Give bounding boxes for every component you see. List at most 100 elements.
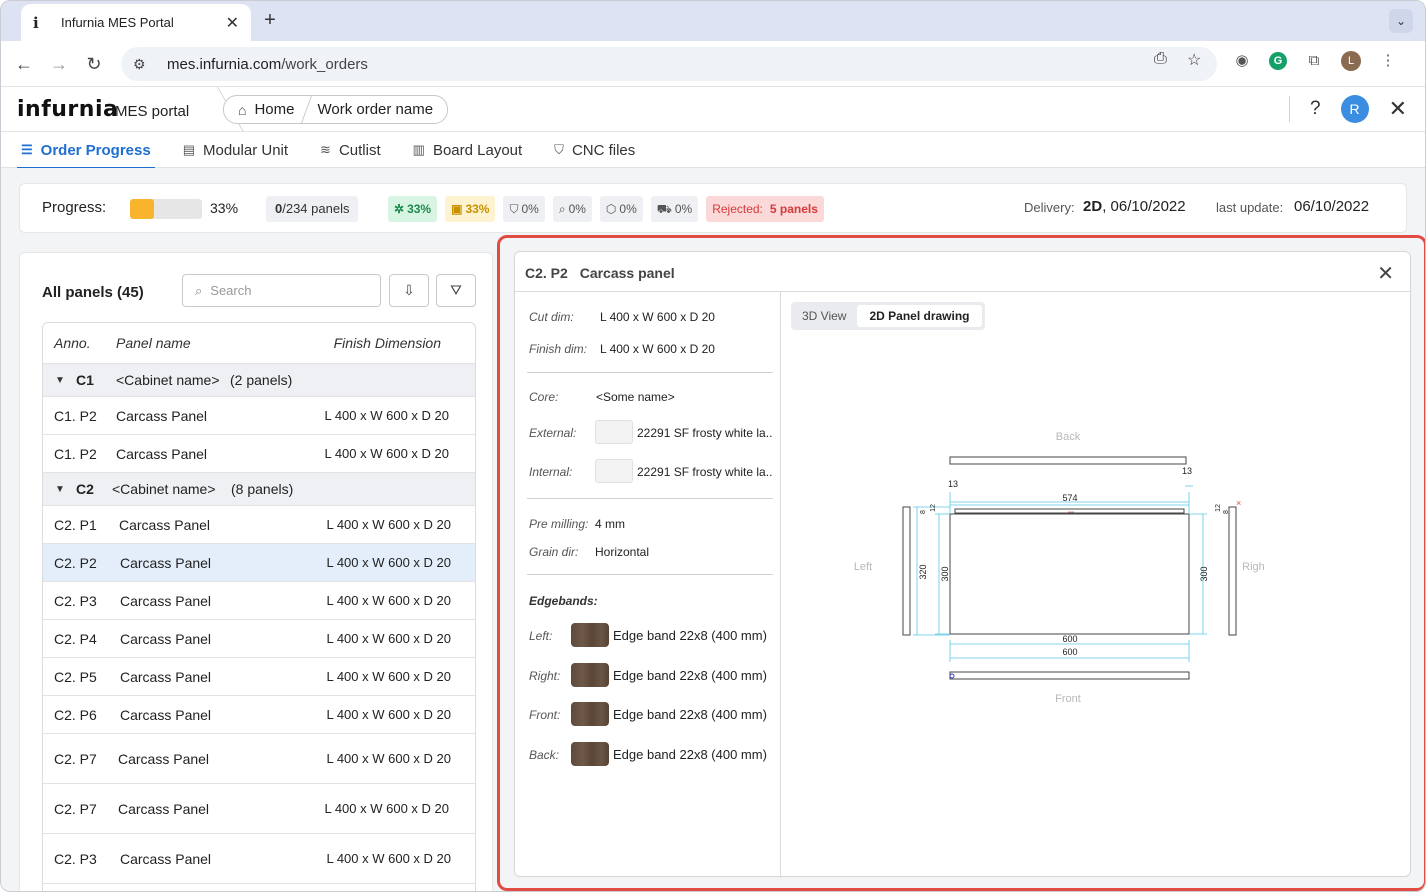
tab-2d-panel-drawing[interactable]: 2D Panel drawing — [857, 305, 982, 327]
edgeband-side: Back: — [529, 748, 560, 762]
cell-name: Carcass Panel — [120, 554, 212, 571]
close-detail-icon[interactable]: ✕ — [1377, 261, 1394, 286]
table-row-selected[interactable]: C2. P2 Carcass Panel L 400 x W 600 x D 2… — [43, 544, 475, 582]
delivery-days: 2D — [1083, 198, 1103, 215]
group-id: C1 — [76, 372, 94, 388]
back-icon[interactable]: ← — [13, 53, 35, 75]
drill-icon: ⛉ — [509, 202, 519, 216]
dim-top: 574 — [1062, 493, 1077, 503]
status-chip-qc: ⌕ 0% — [552, 196, 592, 222]
table-row[interactable]: C2. P7 Carcass Panel L 400 x W 600 x D 2… — [43, 734, 475, 784]
search-input[interactable] — [210, 283, 371, 298]
search-box[interactable]: ⌕ — [182, 274, 381, 307]
table-row[interactable]: C2. P1 Carcass Panel L 400 x W 600 x D 2… — [43, 506, 475, 544]
address-bar[interactable]: ⚙ mes.infurnia.com/work_orders — [121, 47, 1217, 81]
reload-icon[interactable]: ↻ — [83, 53, 105, 75]
camera-icon[interactable]: ◉ — [1233, 52, 1251, 70]
table-row[interactable]: C2. P6 Carcass Panel L 400 x W 600 x D 2… — [43, 696, 475, 734]
tab-cnc-files[interactable]: ⛉ CNC files — [554, 132, 635, 168]
tab-cutlist[interactable]: ≋ Cutlist — [320, 132, 381, 168]
user-avatar[interactable]: R — [1340, 95, 1369, 123]
sort-button[interactable]: ⇩ — [389, 274, 429, 307]
cell-name: Carcass Panel — [116, 445, 208, 462]
edgeband-swatch — [571, 742, 609, 766]
tab-strip: i Infurnia MES Portal ✕ + ⌄ — [1, 1, 1425, 41]
origin-marker-icon — [949, 673, 955, 679]
cnc-icon: ⛉ — [554, 142, 564, 157]
edgeband-right-row: Right: Edge band 22x8 (400 mm) — [515, 663, 781, 689]
app-header: infurnia MES portal ⌂ Home Work order na… — [1, 87, 1425, 132]
finish-dim-value: L 400 x W 600 x D 20 — [600, 342, 715, 356]
filter-button[interactable]: ⛛ — [436, 274, 476, 307]
progress-fill — [130, 199, 154, 219]
edgeband-swatch — [571, 623, 609, 647]
table-header: Anno. Panel name Finish Dimension — [43, 323, 475, 364]
table-row[interactable]: C2. P3 Carcass Panel L 400 x W 600 x D 2… — [43, 834, 475, 884]
collapse-icon[interactable]: ▼ — [55, 484, 65, 495]
tab-order-progress[interactable]: ☰ Order Progress — [17, 132, 155, 169]
group-row-c1[interactable]: ▼ C1 <Cabinet name> (2 panels) — [43, 364, 475, 397]
table-row[interactable]: C1. P2 Carcass Panel L 400 x W 600 x D 2… — [43, 397, 475, 435]
close-icon[interactable]: ✕ — [1389, 96, 1407, 122]
breadcrumb-work-order[interactable]: Work order name — [317, 101, 433, 118]
breadcrumb-separator — [301, 95, 313, 124]
edgeband-value: Edge band 22x8 (400 mm) — [613, 668, 767, 683]
detail-title: C2. P2 Carcass panel — [525, 265, 675, 281]
browser-tab[interactable]: i Infurnia MES Portal ✕ — [21, 4, 251, 41]
puzzle-icon[interactable]: ⧉ — [1305, 52, 1323, 70]
help-icon[interactable]: ? — [1310, 98, 1321, 120]
menu-dots-icon[interactable]: ⋮ — [1379, 52, 1397, 70]
panel-list-card: All panels (45) ⌕ ⇩ ⛛ Anno. Panel name F… — [19, 252, 493, 891]
internal-label: Internal: — [529, 465, 573, 479]
saw-icon: ✲ — [394, 202, 405, 216]
dim-small-b-left: 12 — [930, 504, 937, 512]
extension-icons: ◉ G ⧉ L ⋮ — [1233, 51, 1397, 71]
tab-label: Modular Unit — [203, 141, 289, 159]
forward-icon[interactable]: → — [48, 53, 70, 75]
panels-count: 0/234 panels — [266, 196, 359, 222]
progress-card: Progress: 33% 0/234 panels ✲ 33% ▣ 33% ⛉ 0%… — [19, 183, 1407, 233]
site-settings-icon[interactable]: ⚙ — [133, 56, 153, 73]
tab-board-layout[interactable]: ▥ Board Layout — [413, 132, 523, 168]
tab-search-button[interactable]: ⌄ — [1389, 9, 1413, 33]
collapse-icon[interactable]: ▼ — [55, 375, 65, 386]
group-name: <Cabinet name> — [116, 372, 220, 388]
rejected-badge[interactable]: Rejected: 5 panels — [706, 196, 824, 222]
grain-value: Horizontal — [595, 545, 650, 559]
label-back: Back — [1056, 431, 1081, 443]
tab-3d-view[interactable]: 3D View — [794, 305, 854, 327]
cell-dim: L 400 x W 600 x D 20 — [326, 669, 451, 684]
table-row[interactable]: C2. P3 Carcass Panel L 400 x W 600 x D 2… — [43, 582, 475, 620]
breadcrumb-home[interactable]: Home — [254, 101, 294, 118]
list-icon: ☰ — [21, 142, 33, 157]
table-row[interactable]: C1. P2 Carcass Panel L 400 x W 600 x D 2… — [43, 435, 475, 473]
chip-value: 0% — [521, 202, 539, 216]
cell-name: Carcass Panel — [116, 407, 208, 424]
table-row[interactable]: C2. P5 Carcass Panel L 400 x W 600 x D 2… — [43, 658, 475, 696]
table-row[interactable]: C2. P4 Carcass Panel L 400 x W 600 x D 2… — [43, 620, 475, 658]
table-row[interactable]: C2. P7 Carcass Panel L 400 x W 600 x D 2… — [43, 784, 475, 834]
pre-milling-label: Pre milling: — [529, 517, 589, 531]
tab-modular-unit[interactable]: ▤ Modular Unit — [183, 132, 288, 168]
url-path: /work_orders — [281, 55, 368, 73]
status-chip-pack: ⬡ 0% — [599, 196, 643, 222]
portal-label: MES portal — [115, 103, 190, 120]
close-tab-icon[interactable]: ✕ — [226, 13, 239, 33]
group-id: C2 — [76, 481, 94, 497]
edgeband-side: Right: — [529, 669, 561, 683]
cut-dim-value: L 400 x W 600 x D 20 — [600, 310, 715, 324]
edgeband-value: Edge band 22x8 (400 mm) — [613, 707, 767, 722]
edgeband-swatch — [571, 663, 609, 687]
profile-avatar[interactable]: L — [1341, 51, 1361, 71]
delivery-date: , 06/10/2022 — [1102, 198, 1186, 215]
cell-name: Carcass Panel — [120, 706, 212, 723]
group-count: (2 panels) — [230, 372, 293, 388]
grammarly-icon[interactable]: G — [1269, 52, 1287, 70]
install-app-icon[interactable]: ⎙ — [1154, 50, 1167, 68]
bookmark-star-icon[interactable]: ☆ — [1187, 50, 1201, 70]
dim-small-b-right: 12 — [1215, 504, 1222, 512]
group-name: <Cabinet name> — [112, 481, 216, 497]
group-row-c2[interactable]: ▼ C2 <Cabinet name> (8 panels) — [43, 473, 475, 506]
cell-name: Carcass Panel — [120, 630, 212, 647]
new-tab-button[interactable]: + — [259, 9, 281, 31]
